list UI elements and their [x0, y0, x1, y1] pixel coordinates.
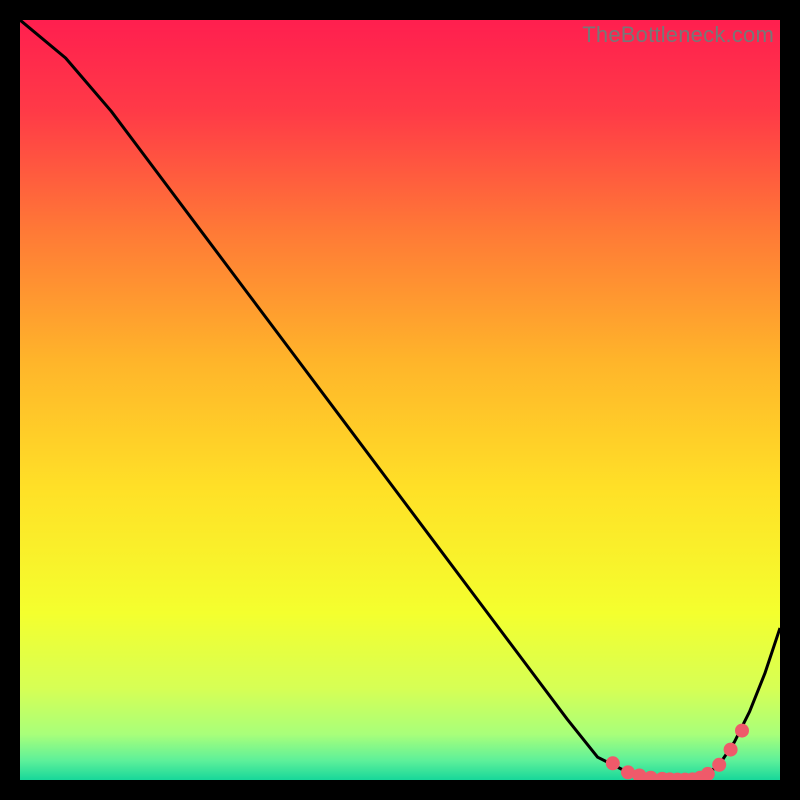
watermark-text: TheBottleneck.com — [582, 22, 774, 48]
highlight-point — [606, 756, 620, 770]
bottleneck-chart — [20, 20, 780, 780]
highlight-point — [712, 758, 726, 772]
chart-frame: TheBottleneck.com — [20, 20, 780, 780]
highlight-point — [735, 724, 749, 738]
highlight-point — [724, 743, 738, 757]
gradient-background — [20, 20, 780, 780]
